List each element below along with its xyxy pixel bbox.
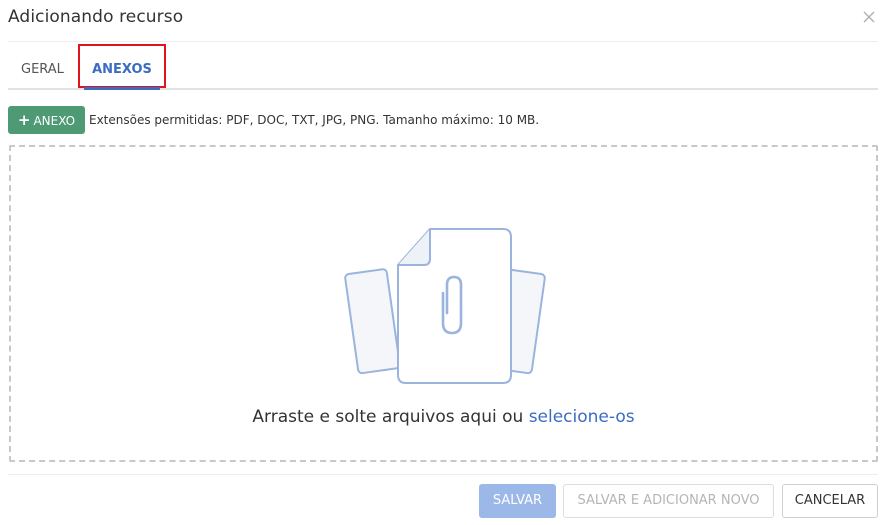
- extensions-info: Extensões permitidas: PDF, DOC, TXT, JPG…: [89, 113, 540, 127]
- dialog-title: Adicionando recurso: [8, 7, 184, 27]
- add-attachment-button[interactable]: + ANEXO: [8, 106, 85, 134]
- file-dropzone[interactable]: Arraste e solte arquivos aqui ou selecio…: [9, 145, 878, 462]
- select-files-link[interactable]: selecione-os: [529, 407, 635, 427]
- save-and-new-button[interactable]: SALVAR E ADICIONAR NOVO: [563, 484, 774, 518]
- cancel-button[interactable]: CANCELAR: [782, 484, 878, 518]
- tab-bar: GERAL ANEXOS: [8, 44, 878, 90]
- plus-icon: +: [17, 111, 31, 129]
- add-resource-dialog: Adicionando recurso GERAL ANEXOS + ANEXO …: [0, 0, 890, 525]
- header-divider: [8, 41, 878, 42]
- dropzone-text: Arraste e solte arquivos aqui ou selecio…: [11, 407, 876, 427]
- tab-geral[interactable]: GERAL: [21, 44, 64, 88]
- tab-anexos[interactable]: ANEXOS: [78, 44, 166, 90]
- dropzone-instruction: Arraste e solte arquivos aqui ou: [252, 407, 524, 427]
- add-attachment-label: ANEXO: [33, 114, 76, 128]
- footer-divider: [8, 474, 878, 475]
- close-icon[interactable]: [862, 10, 876, 24]
- save-button[interactable]: SALVAR: [479, 484, 556, 518]
- paperclip-documents-icon: [344, 228, 546, 384]
